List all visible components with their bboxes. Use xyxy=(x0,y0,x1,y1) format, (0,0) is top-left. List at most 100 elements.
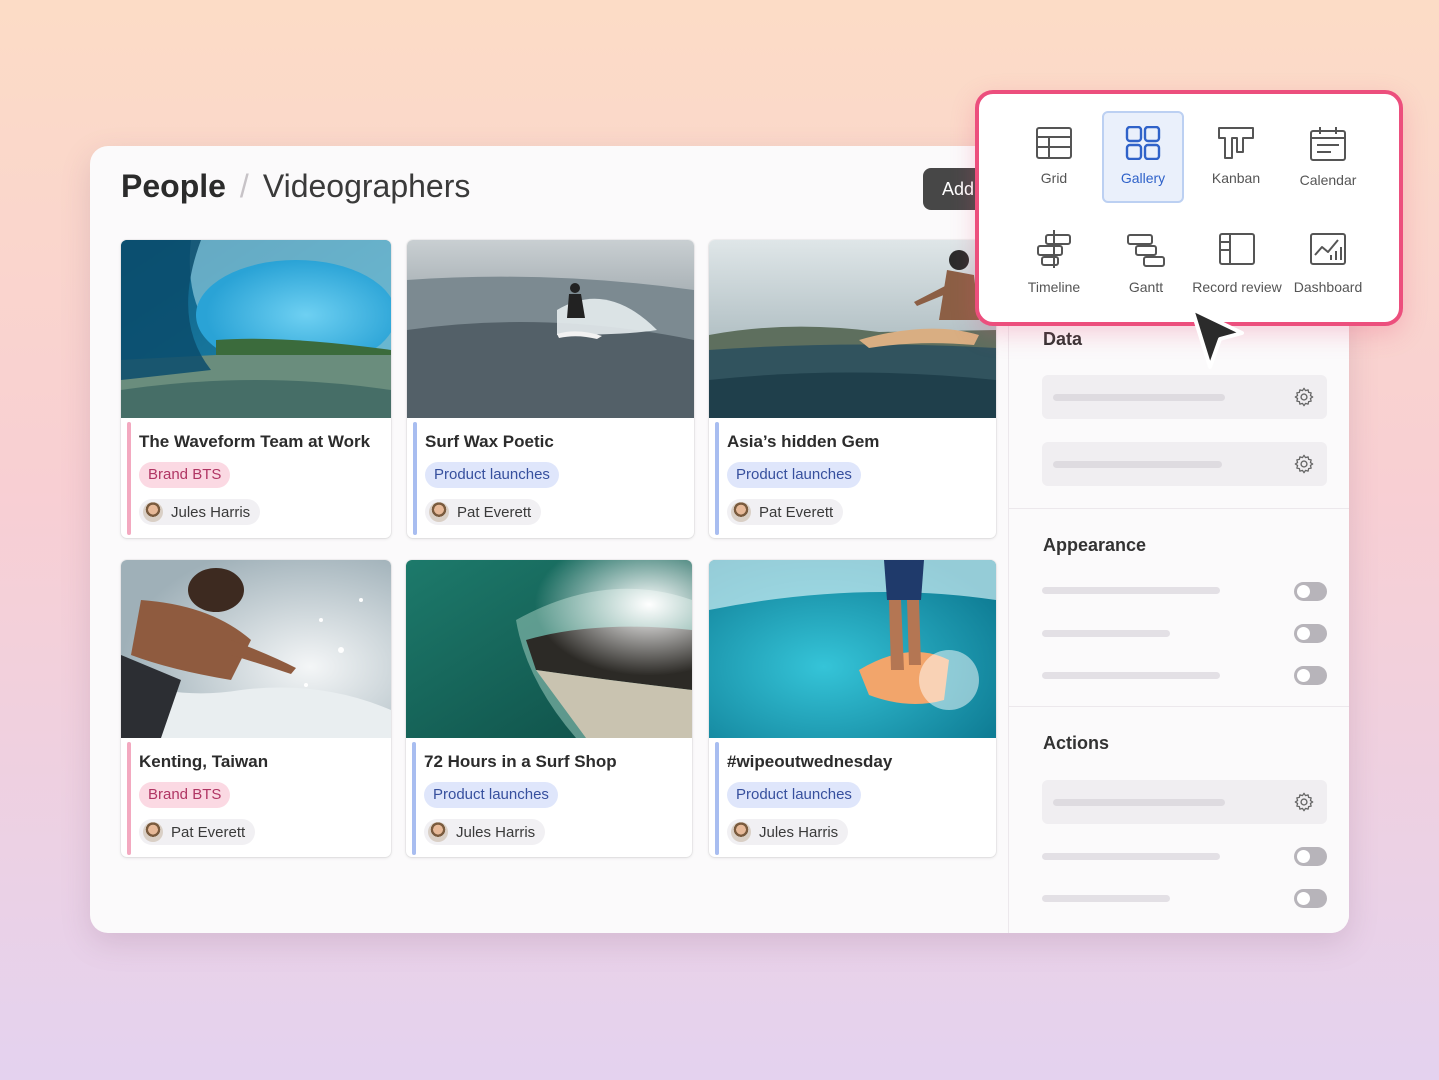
section-title-appearance: Appearance xyxy=(1043,535,1147,555)
gear-icon[interactable] xyxy=(1293,453,1315,475)
breadcrumb: People / Videographers xyxy=(121,168,470,205)
card-accent xyxy=(413,422,417,535)
category-tag[interactable]: Brand BTS xyxy=(139,782,231,808)
placeholder-bar xyxy=(1053,394,1225,401)
card-accent xyxy=(127,422,131,535)
page-title: Videographers xyxy=(262,168,471,204)
data-setting-row[interactable] xyxy=(1042,375,1327,419)
avatar xyxy=(143,822,163,842)
person-name: Pat Everett xyxy=(171,823,246,841)
gallery-icon xyxy=(1125,125,1161,161)
avatar xyxy=(429,502,449,522)
category-tag[interactable]: Product launches xyxy=(727,462,861,488)
person-chip[interactable]: Jules Harris xyxy=(139,499,261,525)
view-option-gantt[interactable]: Gantt xyxy=(1105,216,1187,308)
gear-icon[interactable] xyxy=(1293,386,1315,408)
avatar xyxy=(143,502,163,522)
card-accent xyxy=(127,742,131,855)
placeholder-bar xyxy=(1042,895,1170,902)
category-tag[interactable]: Brand BTS xyxy=(139,462,231,488)
view-option-dashboard[interactable]: Dashboard xyxy=(1287,216,1369,308)
card-image xyxy=(406,560,692,738)
view-label: Record review xyxy=(1192,279,1282,295)
person-name: Jules Harris xyxy=(456,823,536,841)
gantt-icon xyxy=(1127,234,1165,267)
action-toggle[interactable] xyxy=(1294,847,1327,866)
appearance-toggle[interactable] xyxy=(1294,624,1327,643)
mouse-pointer-icon xyxy=(1190,307,1244,369)
card-accent xyxy=(715,742,719,855)
avatar xyxy=(428,822,448,842)
grid-icon xyxy=(1036,127,1072,159)
gallery-card[interactable]: Surf Wax Poetic Product launches Pat Eve… xyxy=(407,240,694,538)
breadcrumb-separator: / xyxy=(239,168,249,204)
view-label: Gallery xyxy=(1120,170,1166,186)
card-body: #wipeoutwednesday Product launches Jules… xyxy=(709,738,996,857)
placeholder-bar xyxy=(1042,853,1220,860)
view-label: Grid xyxy=(1040,170,1068,186)
person-name: Jules Harris xyxy=(759,823,839,841)
view-option-calendar[interactable]: Calendar xyxy=(1287,113,1369,205)
view-switcher-popup: Grid Gallery Kanban Calendar Timeline Ga… xyxy=(975,90,1403,326)
avatar xyxy=(731,502,751,522)
gallery-card[interactable]: Asia’s hidden Gem Product launches Pat E… xyxy=(709,240,996,538)
card-accent xyxy=(715,422,719,535)
placeholder-bar xyxy=(1053,461,1222,468)
view-label: Timeline xyxy=(1027,279,1081,295)
breadcrumb-root[interactable]: People xyxy=(121,168,226,205)
card-body: The Waveform Team at Work Brand BTS Jule… xyxy=(121,418,391,538)
view-option-gallery[interactable]: Gallery xyxy=(1102,111,1184,203)
card-body: Surf Wax Poetic Product launches Pat Eve… xyxy=(407,418,694,538)
view-option-record-review[interactable]: Record review xyxy=(1187,216,1287,308)
view-option-kanban[interactable]: Kanban xyxy=(1195,113,1277,205)
person-name: Pat Everett xyxy=(457,503,532,521)
card-image xyxy=(121,240,391,418)
category-tag[interactable]: Product launches xyxy=(424,782,558,808)
person-chip[interactable]: Jules Harris xyxy=(727,819,849,845)
card-title: Asia’s hidden Gem xyxy=(727,432,880,451)
view-label: Kanban xyxy=(1211,170,1261,186)
placeholder-bar xyxy=(1042,587,1220,594)
record-review-icon xyxy=(1219,233,1255,265)
placeholder-bar xyxy=(1042,630,1170,637)
view-label: Calendar xyxy=(1299,172,1357,188)
card-image xyxy=(121,560,391,738)
appearance-toggle[interactable] xyxy=(1294,666,1327,685)
kanban-icon xyxy=(1218,127,1254,159)
card-title: #wipeoutwednesday xyxy=(727,752,893,771)
data-setting-row[interactable] xyxy=(1042,442,1327,486)
card-image xyxy=(709,560,996,738)
card-title: The Waveform Team at Work xyxy=(139,432,371,451)
person-chip[interactable]: Pat Everett xyxy=(139,819,256,845)
timeline-icon xyxy=(1037,230,1071,268)
person-name: Pat Everett xyxy=(759,503,834,521)
section-divider xyxy=(1009,508,1349,509)
action-setting-row[interactable] xyxy=(1042,780,1327,824)
card-image xyxy=(407,240,694,418)
card-body: Asia’s hidden Gem Product launches Pat E… xyxy=(709,418,996,538)
person-name: Jules Harris xyxy=(171,503,251,521)
dashboard-icon xyxy=(1310,233,1346,265)
card-accent xyxy=(412,742,416,855)
action-toggle[interactable] xyxy=(1294,889,1327,908)
gallery-card[interactable]: Kenting, Taiwan Brand BTS Pat Everett xyxy=(121,560,391,857)
gear-icon[interactable] xyxy=(1293,791,1315,813)
gallery-card[interactable]: #wipeoutwednesday Product launches Jules… xyxy=(709,560,996,857)
section-title-actions: Actions xyxy=(1043,733,1110,753)
placeholder-bar xyxy=(1053,799,1225,806)
gallery-card[interactable]: The Waveform Team at Work Brand BTS Jule… xyxy=(121,240,391,538)
category-tag[interactable]: Product launches xyxy=(425,462,559,488)
view-option-grid[interactable]: Grid xyxy=(1013,113,1095,205)
person-chip[interactable]: Pat Everett xyxy=(727,499,844,525)
section-divider xyxy=(1009,706,1349,707)
card-body: Kenting, Taiwan Brand BTS Pat Everett xyxy=(121,738,391,857)
view-option-timeline[interactable]: Timeline xyxy=(1013,216,1095,308)
appearance-toggle[interactable] xyxy=(1294,582,1327,601)
view-label: Gantt xyxy=(1128,279,1164,295)
category-tag[interactable]: Product launches xyxy=(727,782,861,808)
card-title: Kenting, Taiwan xyxy=(139,752,269,771)
gallery-card[interactable]: 72 Hours in a Surf Shop Product launches… xyxy=(406,560,692,857)
person-chip[interactable]: Pat Everett xyxy=(425,499,542,525)
section-title-data: Data xyxy=(1043,329,1083,349)
person-chip[interactable]: Jules Harris xyxy=(424,819,546,845)
